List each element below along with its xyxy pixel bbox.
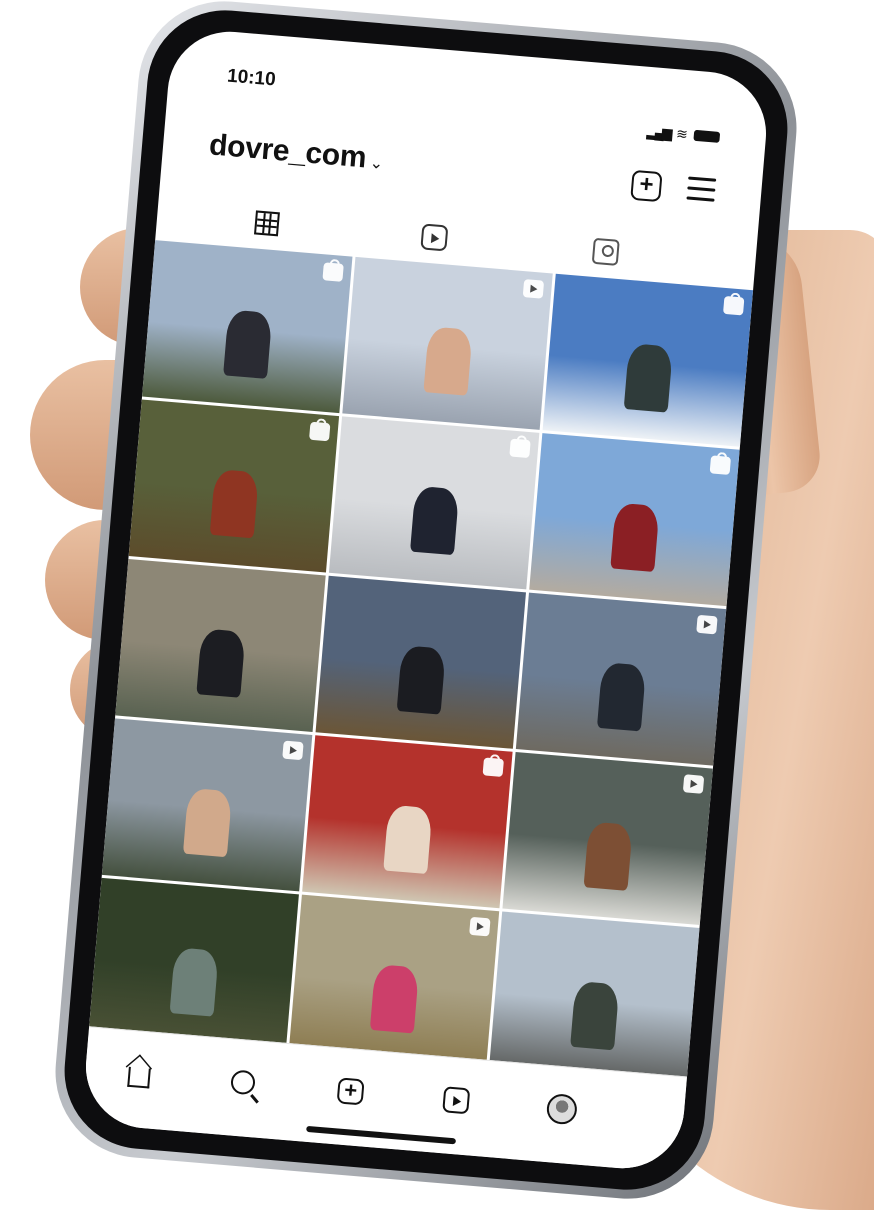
post-subject xyxy=(610,502,660,572)
status-time: 10:10 xyxy=(226,65,277,91)
battery-icon xyxy=(693,129,721,143)
signal-icon: ▂▄▆ xyxy=(646,123,671,141)
shopping-bag-icon xyxy=(322,262,344,282)
post-subject xyxy=(597,661,647,732)
post-subject xyxy=(396,644,446,715)
post-tile[interactable] xyxy=(115,558,326,732)
post-subject xyxy=(209,468,259,539)
post-subject xyxy=(570,980,620,1051)
post-tile[interactable] xyxy=(542,273,754,447)
post-tile[interactable] xyxy=(88,877,299,1051)
post-tile[interactable] xyxy=(342,256,553,430)
reels-icon xyxy=(442,1086,471,1115)
post-tile[interactable] xyxy=(128,399,340,573)
tab-reels[interactable] xyxy=(373,209,496,265)
hamburger-line xyxy=(688,176,717,182)
username-switcher[interactable]: dovre_com⌄ xyxy=(208,128,385,176)
reel-icon xyxy=(682,774,705,794)
post-subject xyxy=(623,342,673,413)
post-grid xyxy=(88,240,754,1085)
post-tile[interactable] xyxy=(315,575,526,749)
post-subject xyxy=(196,628,246,698)
reel-icon xyxy=(696,614,718,635)
home-icon xyxy=(127,1066,151,1089)
phone: 10:10 ▂▄▆ ≋ dovre_com⌄ + + xyxy=(48,0,804,1206)
nav-home[interactable] xyxy=(108,1051,171,1096)
reel-icon xyxy=(282,740,304,761)
post-subject xyxy=(223,309,273,379)
nav-create[interactable]: + xyxy=(319,1069,382,1114)
avatar xyxy=(545,1092,579,1126)
reel-icon xyxy=(522,279,545,299)
shopping-bag-icon xyxy=(309,421,331,442)
grid-icon xyxy=(253,210,280,237)
username: dovre_com xyxy=(207,128,368,175)
wifi-icon: ≋ xyxy=(675,125,689,143)
post-tile[interactable] xyxy=(529,433,740,607)
home-indicator xyxy=(306,1125,457,1145)
post-tile[interactable] xyxy=(328,416,540,590)
search-icon xyxy=(230,1069,256,1096)
post-subject xyxy=(583,821,633,891)
post-tile[interactable] xyxy=(101,718,313,892)
post-tile[interactable] xyxy=(515,592,727,766)
nav-profile[interactable] xyxy=(530,1087,593,1132)
post-subject xyxy=(370,963,419,1034)
status-icons: ▂▄▆ ≋ xyxy=(646,123,721,146)
create-icon: + xyxy=(336,1077,365,1106)
tab-grid[interactable] xyxy=(205,195,328,251)
post-subject xyxy=(183,787,233,857)
tab-tagged[interactable] xyxy=(544,224,667,280)
create-button[interactable]: + xyxy=(630,169,663,203)
hamburger-line xyxy=(687,186,716,192)
post-tile[interactable] xyxy=(288,894,500,1068)
post-subject xyxy=(383,804,433,874)
shopping-bag-icon xyxy=(509,438,531,459)
tagged-icon xyxy=(591,237,620,266)
post-subject xyxy=(410,485,460,555)
reels-icon xyxy=(420,223,449,252)
post-subject xyxy=(169,947,219,1017)
post-subject xyxy=(423,326,473,396)
post-tile[interactable] xyxy=(302,735,513,909)
menu-button[interactable] xyxy=(686,176,717,202)
nav-search[interactable] xyxy=(211,1060,274,1105)
post-tile[interactable] xyxy=(502,752,713,926)
shopping-bag-icon xyxy=(722,295,745,316)
post-tile[interactable] xyxy=(142,240,353,414)
post-tile[interactable] xyxy=(489,911,700,1085)
phone-screen: 10:10 ▂▄▆ ≋ dovre_com⌄ + + xyxy=(81,26,771,1174)
nav-reels[interactable] xyxy=(425,1078,488,1123)
shopping-bag-icon xyxy=(709,455,732,475)
shopping-bag-icon xyxy=(482,757,504,778)
hamburger-line xyxy=(686,196,715,202)
chevron-down-icon: ⌄ xyxy=(369,154,384,173)
reel-icon xyxy=(469,916,491,937)
